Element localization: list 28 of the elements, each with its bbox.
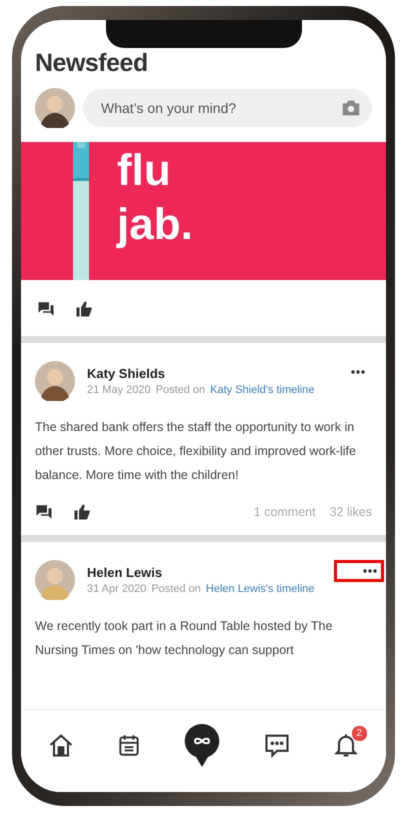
composer-field[interactable]: What’s on your mind? xyxy=(83,89,372,127)
post-date: 21 May 2020 xyxy=(87,384,151,396)
posted-on-label: Posted on xyxy=(156,384,206,396)
like-count[interactable]: 32 likes xyxy=(330,505,372,519)
more-icon xyxy=(363,569,377,573)
user-avatar xyxy=(35,88,75,128)
thumbs-up-icon xyxy=(75,300,93,318)
posted-on-label: Posted on xyxy=(151,583,201,595)
post-text: We recently took part in a Round Table hosted by The Nursing Times on 'how technology can support xyxy=(35,618,334,659)
more-icon xyxy=(351,370,365,374)
timeline-link[interactable]: Helen Lewis's timeline xyxy=(206,583,314,595)
post-input-field[interactable]: What’s on your mind? xyxy=(99,99,340,117)
notification-badge: 2 xyxy=(350,725,368,742)
comment-icon xyxy=(35,503,53,521)
author-avatar xyxy=(35,560,75,600)
comment-count[interactable]: 1 comment xyxy=(254,505,316,519)
page-title: Newsfeed xyxy=(35,50,148,76)
post-date: 31 Apr 2020 xyxy=(87,583,146,595)
thumbs-up-icon xyxy=(73,503,91,521)
banner-text: jab. xyxy=(117,199,193,251)
timeline-link[interactable]: Katy Shield's timeline xyxy=(210,384,314,396)
author-name: Helen Lewis xyxy=(87,565,164,580)
author-avatar xyxy=(35,361,75,401)
post-text: The shared bank offers the staff the opportunity to work in other trusts. More choice, flexibility and improved work-life balance. More time with the children! xyxy=(35,419,357,484)
author-name: Katy Shields xyxy=(87,366,166,381)
comment-icon xyxy=(37,300,55,318)
more-options-button[interactable] xyxy=(334,560,384,582)
banner-text: flu xyxy=(117,145,172,197)
